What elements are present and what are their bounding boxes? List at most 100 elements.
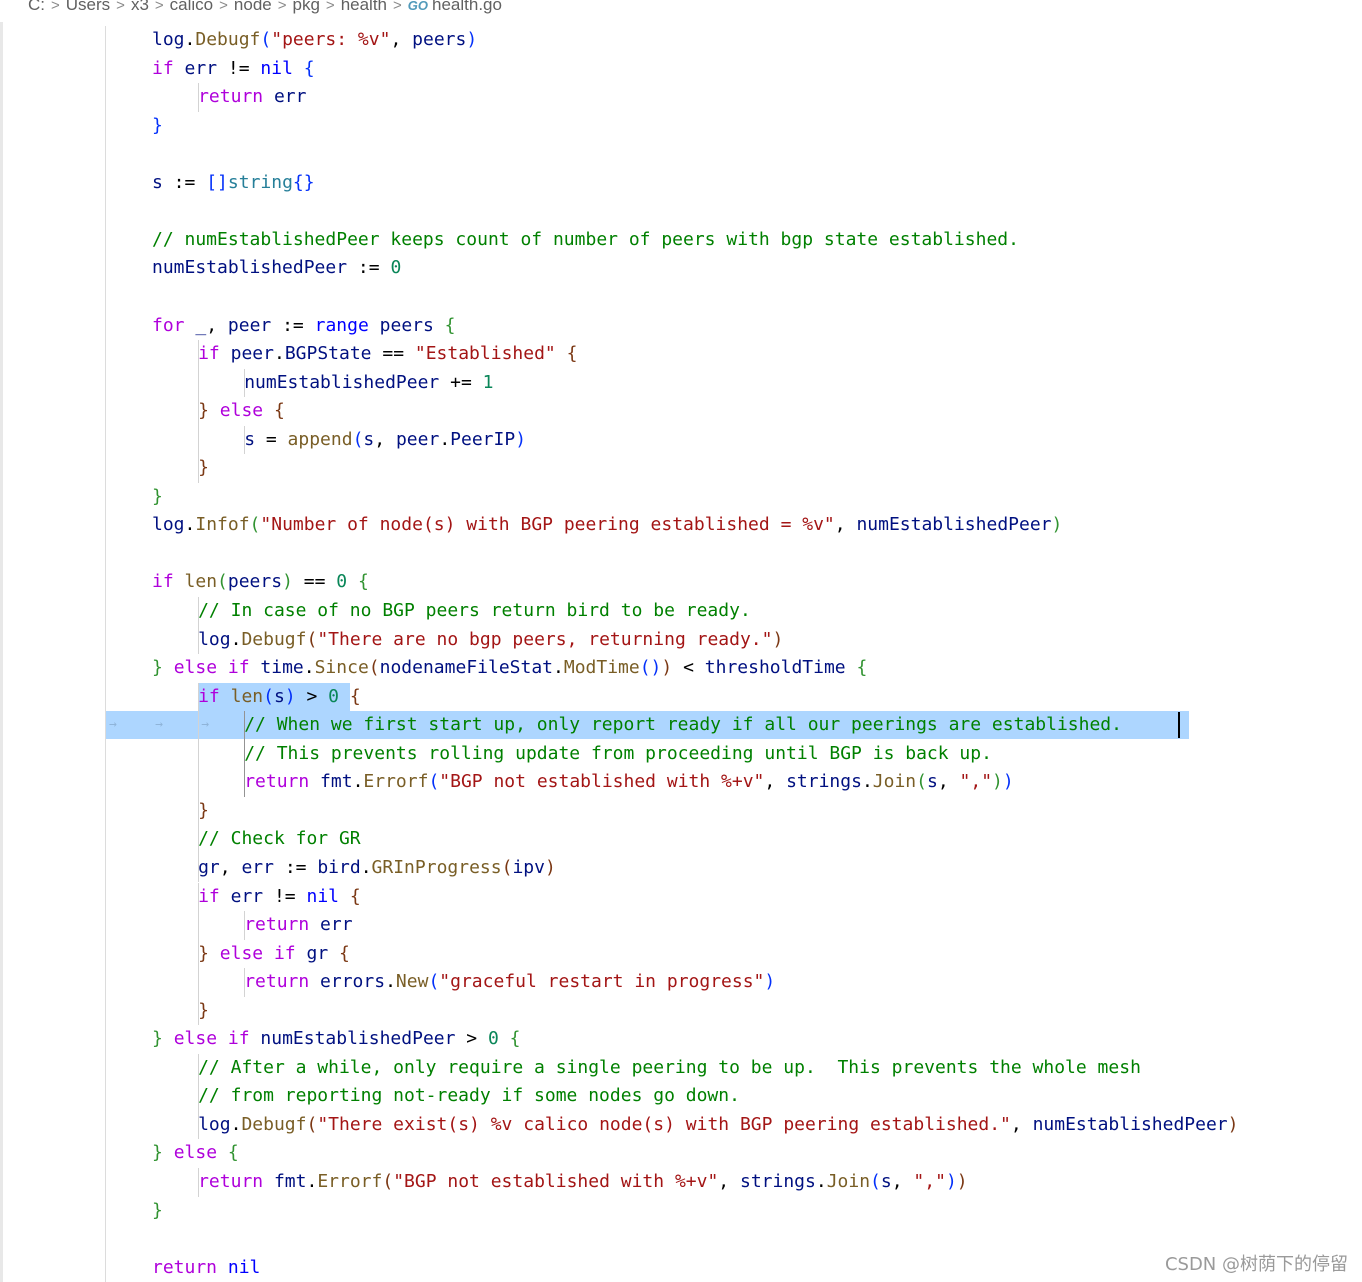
code-token: log — [152, 29, 185, 50]
line-number — [3, 911, 67, 939]
breadcrumb-item[interactable]: C: — [28, 0, 45, 15]
line-number — [3, 568, 67, 596]
breadcrumb-item[interactable]: calico — [170, 0, 213, 15]
code-line[interactable]: } else if numEstablishedPeer > 0 { — [152, 1025, 521, 1053]
code-token: PeerIP — [450, 428, 516, 450]
code-token: peer — [395, 428, 440, 450]
code-line[interactable]: if err != nil { — [152, 55, 315, 83]
code-token: > — [295, 685, 329, 707]
breadcrumb-item[interactable]: Users — [66, 0, 110, 15]
code-token: range — [314, 314, 380, 336]
code-line[interactable]: return err — [244, 911, 352, 939]
code-token: append — [287, 428, 353, 450]
code-line[interactable]: log.Debugf("There exist(s) %v calico nod… — [198, 1111, 1238, 1139]
code-line[interactable]: // from reporting not-ready if some node… — [198, 1082, 740, 1110]
code-token: peers — [412, 29, 467, 50]
breadcrumb-item[interactable]: node — [234, 0, 272, 15]
indent-guide — [198, 425, 200, 455]
code-token: "," — [913, 1171, 946, 1192]
code-line[interactable]: log.Infof("Number of node(s) with BGP pe… — [152, 511, 1062, 539]
code-line[interactable]: } — [198, 997, 209, 1025]
line-number — [3, 112, 67, 140]
code-token: Infof — [195, 514, 250, 536]
code-token: _ — [195, 314, 207, 336]
code-token: 0 — [328, 685, 340, 707]
code-line[interactable]: return nil — [152, 1254, 260, 1282]
code-token: ( — [916, 771, 927, 793]
code-line[interactable]: numEstablishedPeer += 1 — [244, 369, 493, 397]
code-line[interactable]: return err — [198, 83, 306, 111]
line-number — [3, 55, 67, 83]
code-line[interactable]: if err != nil { — [198, 883, 361, 911]
code-line[interactable]: } — [152, 1197, 163, 1225]
code-line[interactable]: // In case of no BGP peers return bird t… — [198, 597, 751, 625]
code-line[interactable]: s := []string{} — [152, 169, 315, 197]
code-token: s — [273, 685, 285, 707]
code-token: ) — [772, 628, 784, 650]
code-line[interactable]: } else if time.Since(nodenameFileStat.Mo… — [152, 654, 867, 682]
code-token: if — [152, 57, 185, 79]
code-token: Debugf — [195, 29, 261, 50]
code-line[interactable]: } else { — [152, 1139, 239, 1167]
code-token: return — [244, 914, 321, 936]
code-line[interactable]: log.Debugf("peers: %v", peers) — [152, 26, 477, 54]
code-token: GRInProgress — [371, 856, 502, 878]
breadcrumb-file[interactable]: health.go — [432, 0, 502, 15]
code-token: "Number of node(s) with BGP peering esta… — [260, 514, 835, 536]
code-line[interactable]: if peer.BGPState == "Established" { — [198, 340, 577, 368]
code-line[interactable]: } — [152, 483, 163, 511]
code-line[interactable]: numEstablishedPeer := 0 — [152, 254, 401, 282]
code-token: } — [152, 485, 163, 507]
line-number — [3, 83, 67, 111]
code-token: if — [152, 571, 185, 593]
code-token: . — [303, 657, 315, 679]
code-line[interactable]: s = append(s, peer.PeerIP) — [244, 426, 526, 454]
breadcrumb-item[interactable]: pkg — [293, 0, 320, 15]
code-token: ipv — [512, 856, 545, 878]
code-line[interactable]: } else { — [198, 397, 285, 425]
code-line[interactable]: for _, peer := range peers { — [152, 312, 456, 340]
code-line[interactable]: } — [152, 112, 163, 140]
code-token: } — [152, 114, 163, 136]
code-line[interactable]: // After a while, only require a single … — [198, 1054, 1141, 1082]
watermark: CSDN @树荫下的停留 — [1164, 1254, 1348, 1275]
code-editor[interactable]: → → → log.Debugf("peers: %v", peers) if err … — [106, 26, 1362, 1282]
line-number — [3, 1082, 67, 1110]
code-token: return — [198, 86, 274, 108]
line-number — [3, 169, 67, 197]
line-number — [3, 825, 67, 853]
code-token: Since — [314, 657, 369, 679]
code-line[interactable]: gr, err := bird.GRInProgress(ipv) — [198, 854, 556, 882]
code-line[interactable]: if len(s) > 0 { — [198, 683, 361, 711]
code-line[interactable]: log.Debugf("There are no bgp peers, retu… — [198, 626, 783, 654]
breadcrumb: C: > Users > x3 > calico > node > pkg > health > GO hea… — [0, 0, 1362, 22]
code-token: // This prevents rolling update from pro… — [244, 742, 992, 764]
code-token: ( — [382, 1171, 394, 1192]
chevron-right-icon: > — [393, 0, 402, 14]
breadcrumb-item[interactable]: health — [341, 0, 387, 15]
code-line[interactable]: // When we first start up, only report r… — [244, 711, 1122, 739]
code-token: string — [227, 171, 293, 193]
code-line[interactable]: return fmt.Errorf("BGP not established w… — [244, 768, 1014, 796]
code-line[interactable]: } — [198, 797, 209, 825]
code-line[interactable]: // numEstablishedPeer keeps count of num… — [152, 226, 1019, 254]
code-token: Join — [826, 1171, 871, 1192]
breadcrumb-item[interactable]: x3 — [131, 0, 149, 15]
line-number — [3, 26, 67, 54]
code-token: . — [230, 628, 242, 650]
code-token: = — [255, 428, 288, 450]
code-token: ( — [263, 685, 274, 707]
code-line[interactable]: return errors.New("graceful restart in p… — [244, 968, 775, 996]
code-line[interactable]: // Check for GR — [198, 825, 361, 853]
code-line[interactable]: } — [198, 454, 209, 482]
code-line[interactable]: } else if gr { — [198, 940, 350, 968]
code-token: . — [273, 343, 285, 365]
code-token: , — [1010, 1113, 1033, 1135]
code-token: . — [439, 428, 451, 450]
code-line[interactable]: if len(peers) == 0 { — [152, 568, 369, 596]
code-line[interactable]: return fmt.Errorf("BGP not established w… — [198, 1168, 968, 1196]
code-line[interactable]: // This prevents rolling update from pro… — [244, 740, 992, 768]
